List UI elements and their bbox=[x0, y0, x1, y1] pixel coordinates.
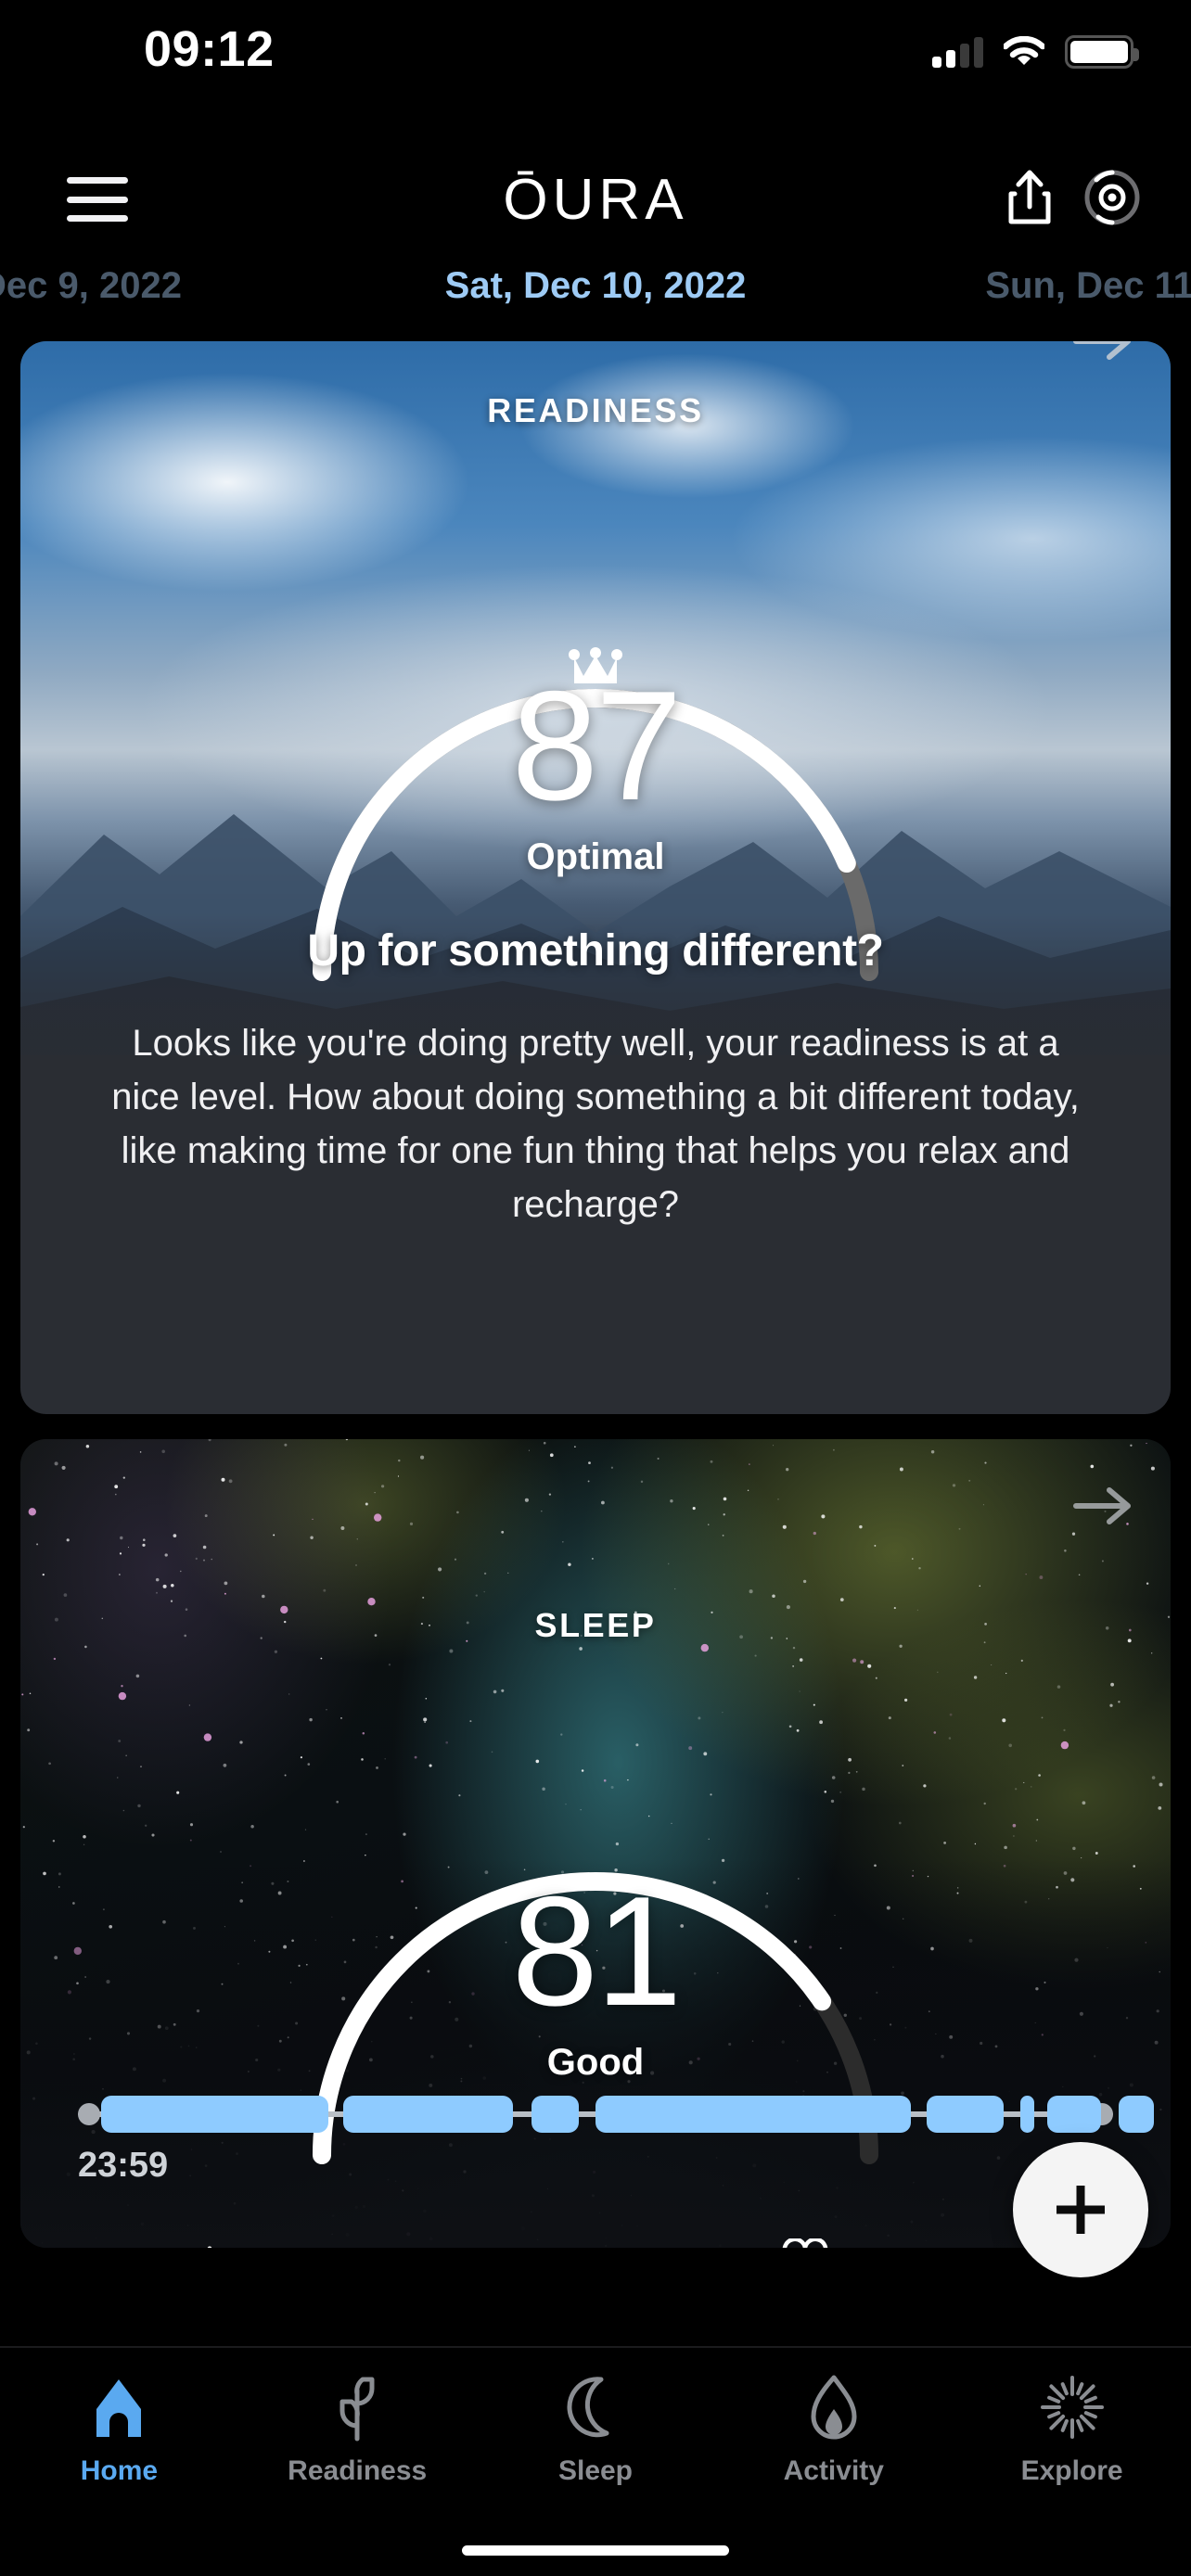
moon-icon bbox=[567, 2377, 609, 2438]
status-bar: 09:12 bbox=[0, 0, 1191, 97]
status-bar-clock: 09:12 bbox=[144, 20, 275, 77]
tab-activity-label: Activity bbox=[783, 2455, 884, 2486]
arrow-right-icon[interactable] bbox=[1072, 1482, 1133, 1535]
date-selector[interactable]: Dec 9, 2022 Sat, Dec 10, 2022 Sun, Dec 1… bbox=[0, 265, 1191, 351]
hamburger-menu-icon[interactable] bbox=[67, 177, 128, 222]
tab-home-label: Home bbox=[80, 2455, 159, 2486]
cellular-signal-icon bbox=[932, 36, 983, 68]
hypnogram-block bbox=[927, 2096, 1004, 2133]
sleep-stats-row: 8h 12m 54 bpm bbox=[20, 2237, 1171, 2248]
tab-sleep[interactable]: Sleep bbox=[477, 2372, 715, 2487]
hypnogram-block bbox=[596, 2096, 912, 2133]
plus-icon bbox=[1057, 2186, 1105, 2234]
tab-explore-label: Explore bbox=[1020, 2455, 1123, 2486]
add-button[interactable] bbox=[1013, 2142, 1148, 2277]
bed-icon bbox=[206, 2241, 258, 2248]
heart-icon bbox=[781, 2237, 829, 2248]
tab-home[interactable]: Home bbox=[0, 2372, 238, 2487]
sleep-heart-rate-value: 54 bpm bbox=[848, 2242, 984, 2248]
sleep-score: 81 bbox=[511, 1864, 683, 2038]
sleep-duration-stat: 8h 12m bbox=[20, 2238, 596, 2248]
arrow-right-icon[interactable] bbox=[1072, 341, 1133, 370]
readiness-headline: Up for something different? bbox=[307, 926, 884, 976]
sleep-score-label: Good bbox=[546, 2042, 645, 2083]
hypnogram-block bbox=[342, 2096, 513, 2133]
sprout-icon bbox=[339, 2377, 375, 2442]
bottom-tab-bar: Home Readiness Sleep Activity Explore bbox=[0, 2346, 1191, 2576]
readiness-score: 87 bbox=[511, 658, 683, 833]
oura-ring-status-icon[interactable] bbox=[1083, 169, 1141, 231]
readiness-body-text: Looks like you're doing pretty well, you… bbox=[111, 1023, 1080, 1225]
hypnogram-block bbox=[100, 2096, 329, 2133]
readiness-card[interactable]: READINESS 87 Optimal Up for something di… bbox=[20, 341, 1171, 1414]
readiness-score-label: Optimal bbox=[526, 836, 665, 877]
hypnogram-block bbox=[531, 2096, 580, 2133]
battery-full-icon bbox=[1065, 34, 1139, 69]
hypnogram-block bbox=[1118, 2096, 1154, 2133]
hypnogram-block bbox=[1046, 2096, 1101, 2133]
hypnogram-block bbox=[1019, 2096, 1035, 2133]
tab-activity[interactable]: Activity bbox=[714, 2372, 953, 2487]
hypnogram-time-labels: 23:59 09:0 bbox=[78, 2146, 1113, 2186]
tab-explore[interactable]: Explore bbox=[953, 2372, 1191, 2487]
sleep-title: SLEEP bbox=[534, 1606, 657, 1644]
home-icon bbox=[96, 2379, 142, 2437]
readiness-title: READINESS bbox=[487, 391, 704, 429]
sunburst-icon bbox=[1040, 2376, 1104, 2439]
tab-readiness-label: Readiness bbox=[288, 2455, 428, 2486]
wifi-icon bbox=[1002, 35, 1046, 68]
tab-readiness[interactable]: Readiness bbox=[238, 2372, 477, 2487]
share-icon[interactable] bbox=[1004, 168, 1056, 232]
hypnogram-start-cap bbox=[78, 2103, 100, 2125]
date-next[interactable]: Sun, Dec 11, bbox=[985, 265, 1191, 307]
status-bar-indicators bbox=[932, 34, 1139, 69]
date-prev[interactable]: Dec 9, 2022 bbox=[0, 265, 182, 307]
home-indicator bbox=[462, 2545, 729, 2556]
sleep-duration-value: 8h 12m bbox=[276, 2242, 411, 2248]
sleep-start-time: 23:59 bbox=[78, 2146, 169, 2185]
app-header: ŌURA bbox=[0, 139, 1191, 260]
tab-sleep-label: Sleep bbox=[557, 2455, 634, 2486]
flame-icon bbox=[811, 2375, 857, 2440]
date-current[interactable]: Sat, Dec 10, 2022 bbox=[445, 265, 747, 307]
sleep-card[interactable]: SLEEP 81 Good 23:59 09:0 8h 12m bbox=[20, 1439, 1171, 2248]
sleep-hypnogram[interactable] bbox=[78, 2096, 1154, 2133]
